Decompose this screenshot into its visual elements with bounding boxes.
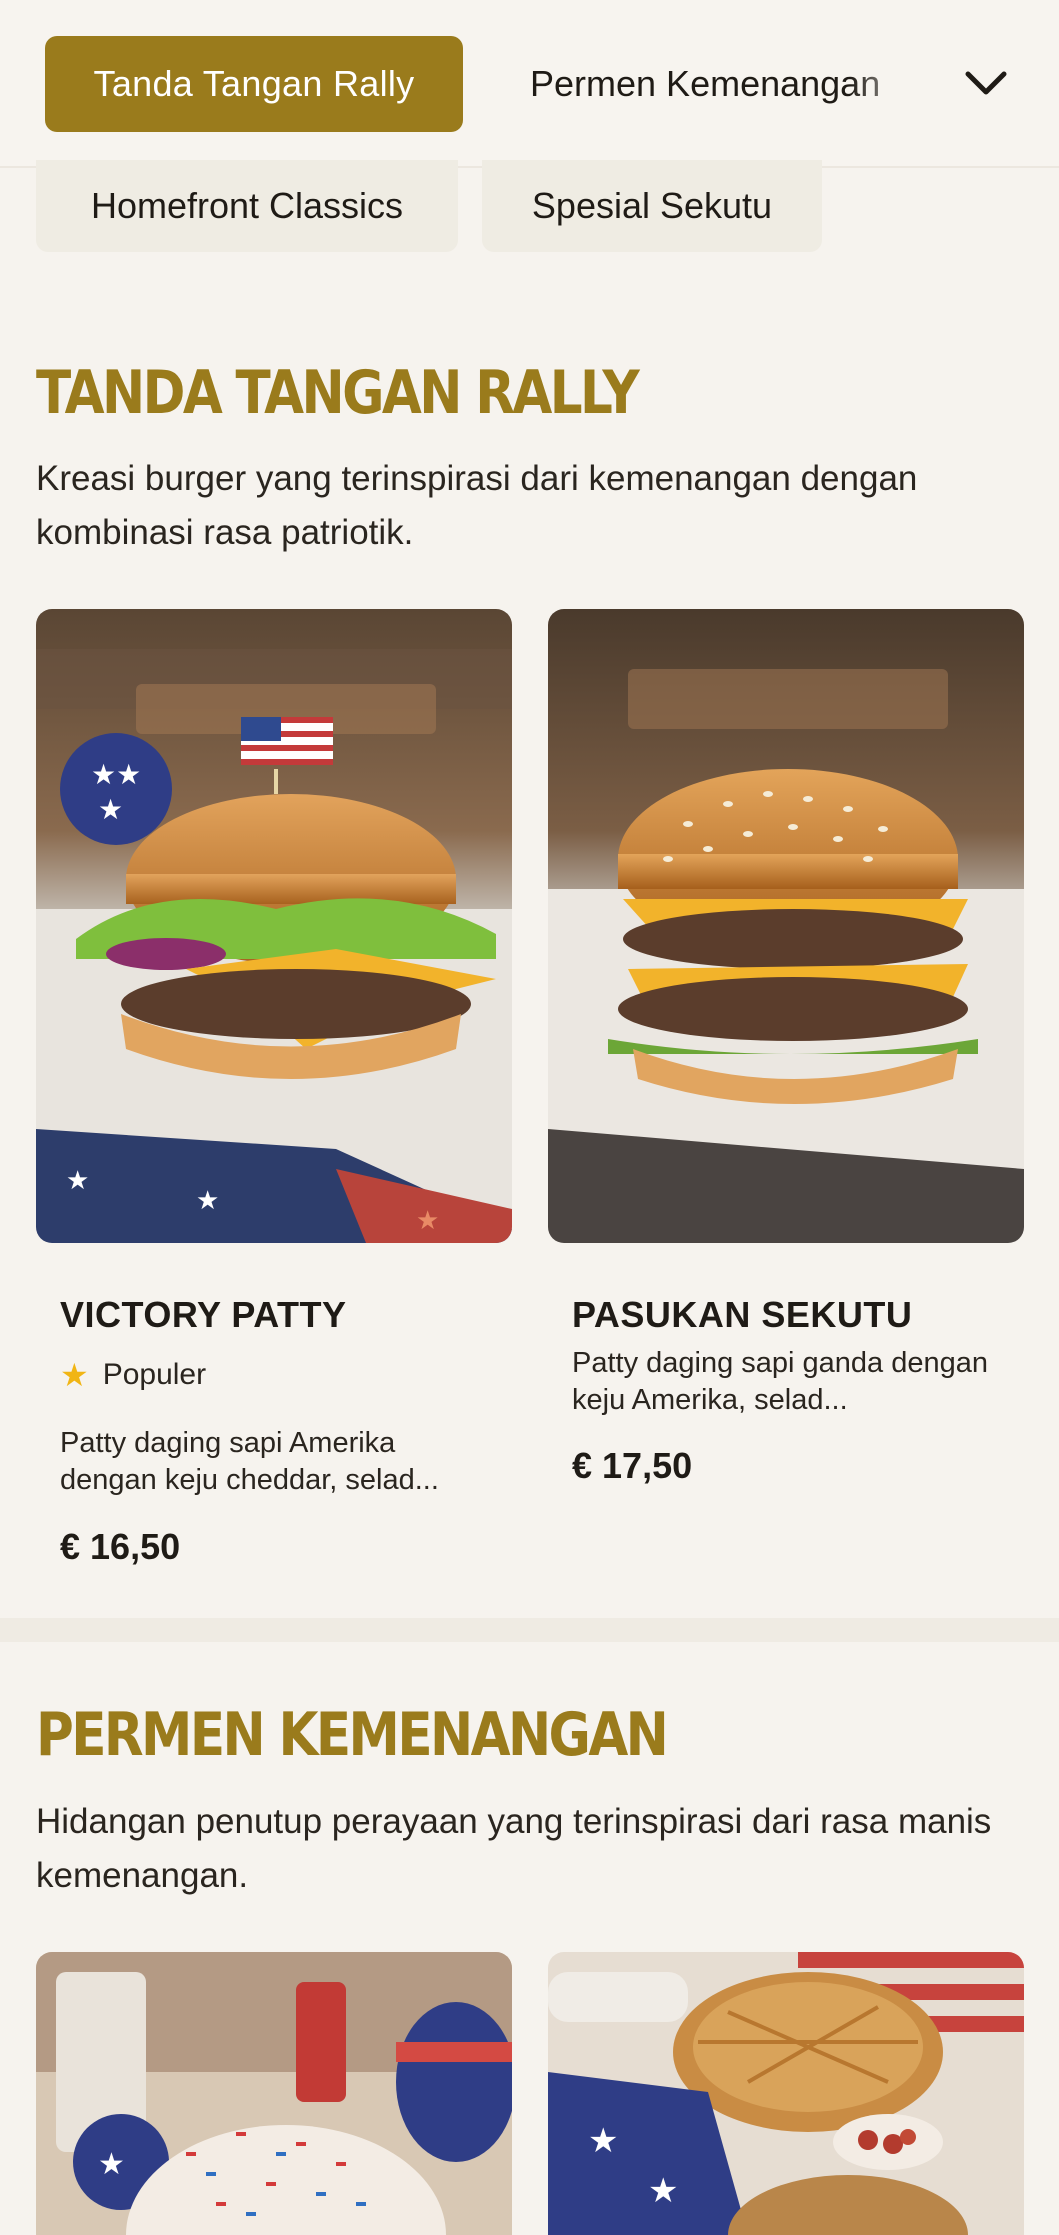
svg-text:★★: ★★: [91, 758, 141, 791]
section-description: Kreasi burger yang terinspirasi dari kem…: [36, 459, 918, 552]
popular-badge: ★ Populer: [60, 1356, 206, 1394]
section-divider: [0, 1618, 1059, 1642]
section-title-permen-kemenangan: PERMEN KEMENANGAN: [36, 1700, 669, 1770]
svg-text:★: ★: [98, 2147, 125, 2182]
star-icon: ★: [60, 1357, 89, 1393]
pasukan-sekutu-image[interactable]: [548, 609, 1024, 1243]
svg-text:★: ★: [98, 793, 123, 826]
dessert-image-1[interactable]: ★: [36, 1952, 512, 2235]
tab-homefront-classics[interactable]: Homefront Classics: [36, 160, 458, 252]
tab-spesial-sekutu[interactable]: Spesial Sekutu: [482, 160, 822, 252]
tab-tanda-tangan-rally[interactable]: Tanda Tangan Rally: [45, 36, 463, 132]
badge-label: Populer: [102, 1358, 207, 1391]
item-description: Patty daging sapi Amerika dengan keju ch…: [60, 1427, 439, 1496]
svg-text:★: ★: [196, 1186, 219, 1216]
svg-text:★: ★: [648, 2171, 678, 2211]
victory-patty-image[interactable]: ★ ★ ★ ★★ ★: [36, 609, 512, 1243]
item-description: Patty daging sapi ganda dengan keju Amer…: [572, 1347, 989, 1416]
svg-text:★: ★: [66, 1166, 89, 1196]
item-name-victory-patty: VICTORY PATTY: [60, 1294, 347, 1335]
section-description: Hidangan penutup perayaan yang terinspir…: [36, 1802, 992, 1895]
svg-text:★: ★: [416, 1206, 439, 1236]
section-title-tanda-tangan-rally: TANDA TANGAN RALLY: [36, 358, 640, 428]
svg-text:★: ★: [588, 2121, 618, 2161]
category-nav: Tanda Tangan Rally Permen Kemenangan: [0, 0, 1059, 168]
tab-permen-kemenangan[interactable]: Permen Kemenangan: [530, 36, 930, 132]
item-price: € 17,50: [572, 1445, 693, 1486]
chevron-down-icon[interactable]: [962, 62, 1010, 106]
item-name-pasukan-sekutu: PASUKAN SEKUTU: [572, 1294, 913, 1335]
item-price: € 16,50: [60, 1526, 181, 1567]
dessert-image-2[interactable]: ★ ★: [548, 1952, 1024, 2235]
